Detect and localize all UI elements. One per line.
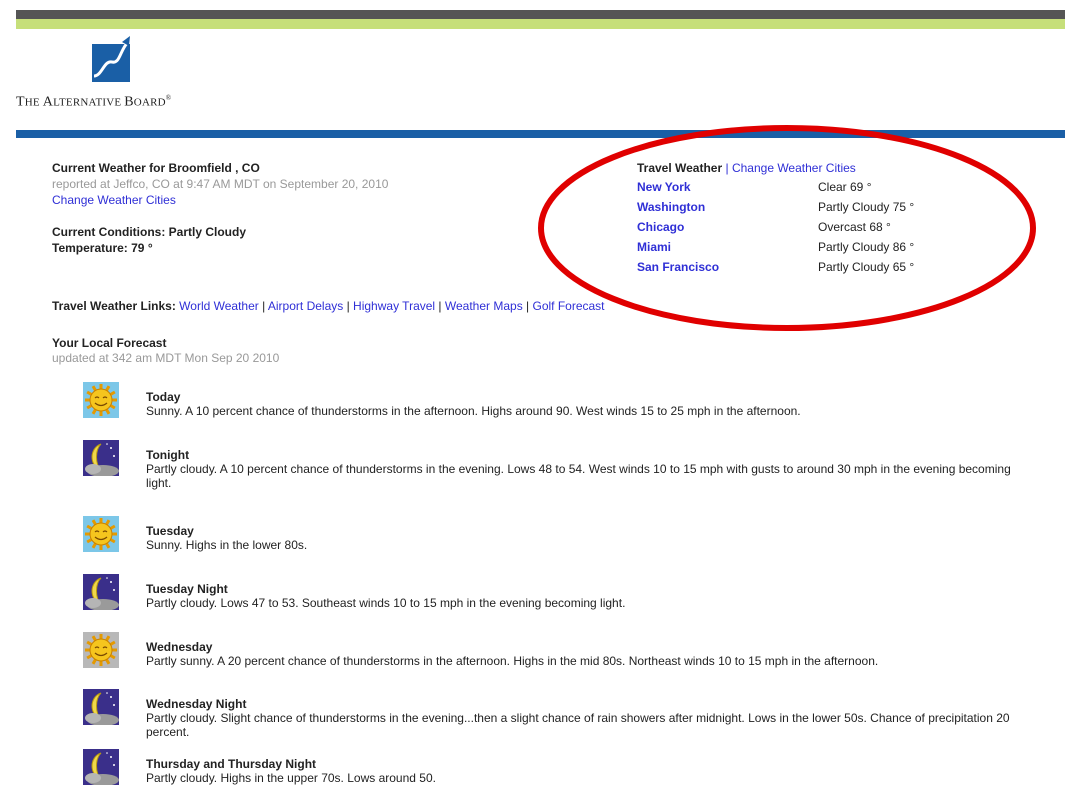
forecast-description: Partly cloudy. Lows 47 to 53. Southeast … <box>146 596 626 610</box>
moon-cloud-icon <box>83 749 119 786</box>
forecast-description: Partly cloudy. A 10 percent chance of th… <box>146 462 1011 490</box>
travel-city-row: Washington Partly Cloudy 75 ° <box>637 199 914 219</box>
travel-weather-links: Travel Weather Links: World Weather | Ai… <box>52 299 605 313</box>
moon-cloud-icon <box>83 440 119 477</box>
forecast-description: Partly sunny. A 20 percent chance of thu… <box>146 654 879 668</box>
brand-name[interactable]: THE ALTERNATIVE BOARD® <box>16 94 171 111</box>
link-separator: | <box>343 299 354 313</box>
current-weather: Current Weather for Broomfield , CO repo… <box>52 160 472 256</box>
local-forecast-title: Your Local Forecast <box>52 336 167 350</box>
local-forecast-updated: updated at 342 am MDT Mon Sep 20 2010 <box>52 351 280 365</box>
top-dark-bar <box>16 10 1065 19</box>
travel-city-conditions: Partly Cloudy 86 ° <box>818 240 915 254</box>
travel-links-label: Travel Weather Links: <box>52 299 180 313</box>
travel-city-row: Chicago Overcast 68 ° <box>637 219 891 239</box>
travel-weather-title: Travel Weather <box>637 161 723 175</box>
travel-link[interactable]: Golf Forecast <box>532 299 604 313</box>
forecast-period: Thursday and Thursday Night <box>146 757 317 771</box>
local-forecast-header: Your Local Forecast updated at 342 am MD… <box>52 336 279 366</box>
forecast-description: Partly cloudy. Highs in the upper 70s. L… <box>146 771 436 785</box>
current-weather-reported: reported at Jeffco, CO at 9:47 AM MDT on… <box>52 177 389 191</box>
link-separator: | <box>258 299 268 313</box>
partly-sunny-icon <box>83 632 119 668</box>
travel-city-link[interactable]: Chicago <box>637 219 684 235</box>
forecast-period: Wednesday Night <box>146 697 247 711</box>
travel-city-row: Miami Partly Cloudy 86 ° <box>637 239 914 259</box>
travel-link[interactable]: World Weather <box>179 299 259 313</box>
travel-city-link[interactable]: New York <box>637 179 691 195</box>
moon-cloud-icon <box>83 689 119 726</box>
travel-city-row: New York Clear 69 ° <box>637 179 872 199</box>
forecast-period: Tuesday <box>146 524 194 538</box>
travel-link[interactable]: Weather Maps <box>445 299 523 313</box>
travel-city-link[interactable]: Washington <box>637 199 705 215</box>
travel-city-conditions: Partly Cloudy 65 ° <box>818 260 915 274</box>
current-conditions: Current Conditions: Partly Cloudy <box>52 225 247 239</box>
travel-link[interactable]: Highway Travel <box>353 299 435 313</box>
forecast-period: Wednesday <box>146 640 213 654</box>
moon-cloud-icon <box>83 574 119 611</box>
forecast-description: Sunny. Highs in the lower 80s. <box>146 538 308 552</box>
forecast-period: Tuesday Night <box>146 582 228 596</box>
top-green-bar <box>16 19 1065 29</box>
travel-city-row: San Francisco Partly Cloudy 65 ° <box>637 259 914 279</box>
travel-city-link[interactable]: San Francisco <box>637 259 719 275</box>
link-separator: | <box>435 299 445 313</box>
travel-change-cities-link[interactable]: Change Weather Cities <box>732 161 856 175</box>
logo-icon <box>92 36 130 82</box>
forecast-period: Tonight <box>146 448 190 462</box>
travel-city-conditions: Partly Cloudy 75 ° <box>818 200 915 214</box>
travel-link[interactable]: Airport Delays <box>268 299 343 313</box>
header-blue-bar <box>16 130 1065 138</box>
travel-city-link[interactable]: Miami <box>637 239 671 255</box>
current-temperature: Temperature: 79 ° <box>52 241 153 255</box>
forecast-period: Today <box>146 390 181 404</box>
travel-city-conditions: Clear 69 ° <box>818 180 872 194</box>
current-weather-title: Current Weather for Broomfield , CO <box>52 161 260 175</box>
forecast-description: Partly cloudy. Slight chance of thunders… <box>146 711 1010 739</box>
forecast-description: Sunny. A 10 percent chance of thundersto… <box>146 404 801 418</box>
sun-icon <box>83 382 119 418</box>
travel-city-conditions: Overcast 68 ° <box>818 220 891 234</box>
travel-weather: Travel Weather | Change Weather Cities N… <box>637 160 914 279</box>
change-weather-cities-link[interactable]: Change Weather Cities <box>52 193 176 207</box>
sun-icon <box>83 516 119 552</box>
link-separator: | <box>522 299 533 313</box>
